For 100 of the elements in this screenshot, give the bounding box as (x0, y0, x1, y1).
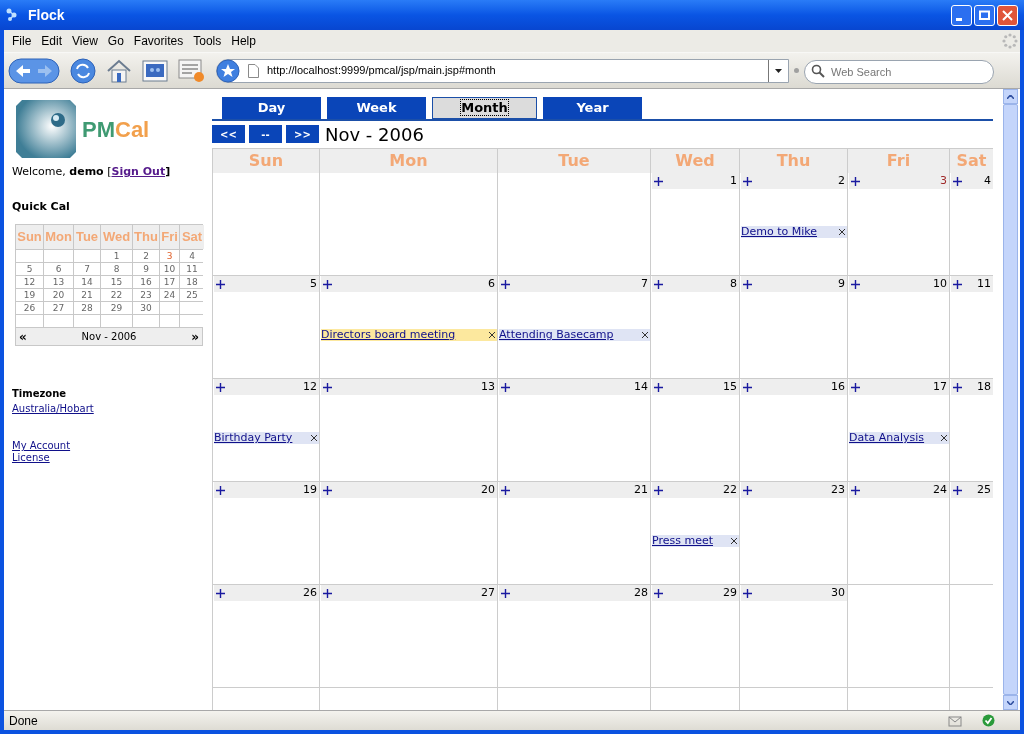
quick-cal-day[interactable]: 17 (160, 276, 179, 288)
day-cell[interactable]: 24 (848, 482, 949, 584)
quick-cal-day[interactable]: 13 (44, 276, 73, 288)
reload-icon[interactable] (70, 57, 96, 84)
add-icon[interactable] (851, 382, 860, 392)
menu-item[interactable]: Edit (37, 32, 67, 50)
scroll-up-button[interactable] (1003, 89, 1018, 104)
back-forward-icon[interactable] (8, 57, 60, 84)
quick-cal-day[interactable]: 20 (44, 289, 73, 301)
delete-icon[interactable] (311, 435, 317, 441)
delete-icon[interactable] (839, 229, 845, 235)
add-icon[interactable] (851, 279, 860, 289)
day-cell[interactable]: 5 (213, 276, 319, 378)
day-cell[interactable]: 17 Data Analysis (848, 379, 949, 481)
previous-month-link[interactable]: « (19, 327, 27, 346)
quick-cal-day[interactable]: 15 (101, 276, 132, 288)
day-cell[interactable]: 29 (651, 585, 739, 687)
add-icon[interactable] (216, 382, 225, 392)
quick-cal-day[interactable]: 16 (133, 276, 159, 288)
home-icon[interactable] (106, 57, 132, 84)
day-cell[interactable]: 14 (498, 379, 650, 481)
close-button[interactable] (997, 4, 1018, 26)
add-icon[interactable] (323, 485, 332, 495)
add-icon[interactable] (216, 485, 225, 495)
event-link[interactable]: Birthday Party (214, 432, 293, 444)
day-cell[interactable]: 7 Attending Basecamp (498, 276, 650, 378)
quick-cal-day[interactable]: 25 (180, 289, 204, 301)
add-icon[interactable] (216, 279, 225, 289)
day-cell[interactable]: 22 Press meet (651, 482, 739, 584)
quick-cal-day[interactable]: 1 (101, 250, 132, 262)
address-bar[interactable]: http://localhost:9999/pmcal/jsp/main.jsp#month (216, 58, 789, 83)
add-icon[interactable] (743, 382, 752, 392)
event-link[interactable]: Attending Basecamp (499, 329, 614, 341)
add-icon[interactable] (323, 382, 332, 392)
day-cell[interactable]: 11 (950, 276, 993, 378)
day-cell[interactable]: 15 (651, 379, 739, 481)
quick-cal-day[interactable]: 30 (133, 302, 159, 314)
day-cell[interactable]: 26 (213, 585, 319, 687)
quick-cal-day[interactable]: 23 (133, 289, 159, 301)
day-cell[interactable]: 8 (651, 276, 739, 378)
add-icon[interactable] (216, 588, 225, 598)
maximize-button[interactable] (974, 4, 995, 26)
day-cell[interactable]: 21 (498, 482, 650, 584)
add-icon[interactable] (743, 279, 752, 289)
sidebar-link[interactable]: License (12, 452, 212, 464)
delete-icon[interactable] (642, 332, 648, 338)
quick-cal-day[interactable]: 5 (16, 263, 43, 275)
day-cell[interactable]: 23 (740, 482, 847, 584)
view-tab[interactable]: Year (543, 97, 642, 119)
nav-button[interactable]: << (212, 125, 245, 143)
quick-cal-day[interactable]: 12 (16, 276, 43, 288)
quick-cal-day[interactable]: 9 (133, 263, 159, 275)
add-icon[interactable] (953, 382, 962, 392)
day-cell[interactable]: 9 (740, 276, 847, 378)
day-cell[interactable]: 27 (320, 585, 497, 687)
event-link[interactable]: Directors board meeting (321, 329, 456, 341)
day-cell[interactable]: 4 (950, 173, 993, 275)
view-tab[interactable]: Month (432, 97, 537, 119)
menu-item[interactable]: Go (103, 32, 128, 50)
add-icon[interactable] (743, 485, 752, 495)
quick-cal-day[interactable]: 19 (16, 289, 43, 301)
day-cell[interactable]: 30 (740, 585, 847, 687)
delete-icon[interactable] (941, 435, 947, 441)
quick-cal-day[interactable]: 14 (74, 276, 100, 288)
add-icon[interactable] (851, 485, 860, 495)
day-cell[interactable]: 28 (498, 585, 650, 687)
menu-item[interactable]: Favorites (129, 32, 188, 50)
quick-cal-day[interactable]: 4 (180, 250, 204, 262)
delete-icon[interactable] (489, 332, 495, 338)
add-icon[interactable] (501, 382, 510, 392)
quick-cal-day[interactable]: 7 (74, 263, 100, 275)
event-link[interactable]: Data Analysis (849, 432, 925, 444)
add-icon[interactable] (654, 485, 663, 495)
menu-item[interactable]: Tools (189, 32, 226, 50)
quick-cal-day[interactable]: 6 (44, 263, 73, 275)
sidebar-link[interactable]: My Account (12, 440, 212, 452)
day-cell[interactable]: 25 (950, 482, 993, 584)
add-icon[interactable] (953, 176, 962, 186)
quick-cal-day[interactable]: 26 (16, 302, 43, 314)
add-icon[interactable] (323, 279, 332, 289)
next-month-link[interactable]: » (191, 327, 199, 346)
day-cell[interactable]: 3 (848, 173, 949, 275)
add-icon[interactable] (743, 176, 752, 186)
day-cell[interactable]: 20 (320, 482, 497, 584)
quick-cal-day[interactable]: 3 (160, 250, 179, 262)
menu-item[interactable]: Help (227, 32, 260, 50)
add-icon[interactable] (654, 588, 663, 598)
delete-icon[interactable] (731, 538, 737, 544)
view-tab[interactable]: Week (327, 97, 426, 119)
add-icon[interactable] (501, 588, 510, 598)
day-cell[interactable]: 13 (320, 379, 497, 481)
day-cell[interactable]: 19 (213, 482, 319, 584)
add-icon[interactable] (501, 279, 510, 289)
event-link[interactable]: Demo to Mike (741, 226, 817, 238)
sign-out-link[interactable]: Sign Out (111, 165, 166, 178)
quick-cal-day[interactable]: 28 (74, 302, 100, 314)
day-cell[interactable]: 10 (848, 276, 949, 378)
add-icon[interactable] (501, 485, 510, 495)
add-icon[interactable] (323, 588, 332, 598)
day-cell[interactable]: 1 (651, 173, 739, 275)
